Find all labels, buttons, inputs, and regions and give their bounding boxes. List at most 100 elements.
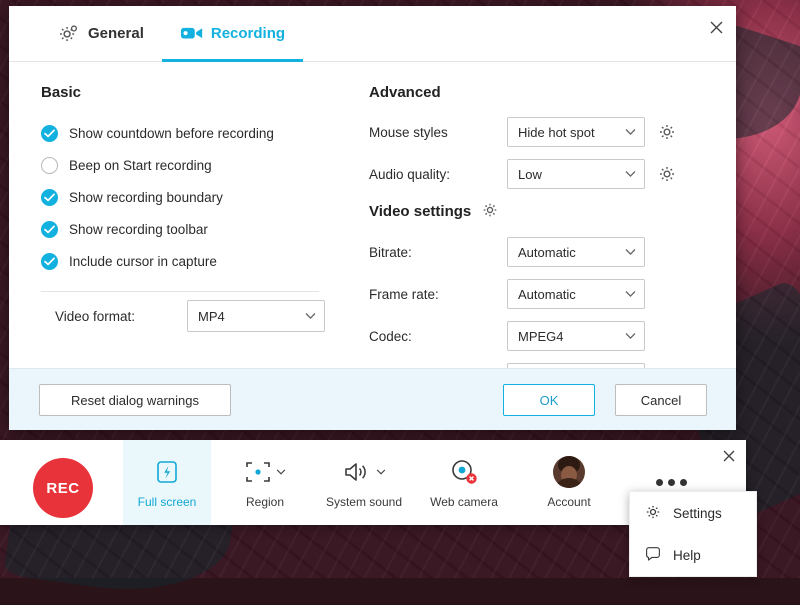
checkbox-checked-icon [41, 253, 58, 270]
frame-rate-label: Frame rate: [369, 287, 507, 302]
gear-icon [57, 23, 79, 45]
bitrate-select[interactable]: Automatic [507, 237, 645, 267]
tab-recording-label: Recording [211, 25, 285, 42]
chevron-down-icon [305, 313, 316, 320]
video-settings-title-row: Video settings [369, 201, 709, 221]
option-label: Include cursor in capture [69, 254, 217, 269]
codec-select[interactable]: MPEG4 [507, 321, 645, 351]
mouse-styles-gear-icon[interactable] [657, 122, 677, 142]
video-format-select[interactable]: MP4 [187, 300, 325, 332]
dot [656, 479, 663, 486]
audio-quality-select[interactable]: Low [507, 159, 645, 189]
toolbar-item-label: Region [246, 495, 284, 509]
toolbar-item-label: Account [547, 495, 590, 509]
checkbox-checked-icon [41, 221, 58, 238]
frame-rate-select[interactable]: Automatic [507, 279, 645, 309]
video-format-value: MP4 [198, 309, 225, 324]
chevron-down-icon [625, 129, 636, 136]
codec-row: Codec: MPEG4 [369, 321, 709, 351]
tab-general-label: General [88, 25, 144, 42]
reset-dialog-warnings-button[interactable]: Reset dialog warnings [39, 384, 231, 416]
settings-dialog: General Recording Basic [9, 6, 736, 430]
region-icon [244, 460, 272, 484]
menu-item-label: Help [673, 548, 701, 563]
menu-item-label: Settings [673, 506, 722, 521]
dialog-tabs: General Recording [9, 6, 736, 62]
mouse-styles-value: Hide hot spot [518, 125, 595, 140]
option-label: Show recording toolbar [69, 222, 208, 237]
option-label: Show countdown before recording [69, 126, 274, 141]
video-settings-gear-icon[interactable] [481, 201, 501, 221]
toolbar-item-account[interactable]: Account [525, 440, 613, 525]
video-format-label: Video format: [55, 309, 187, 324]
toolbar-item-label: Web camera [430, 495, 498, 509]
web-camera-disabled-icon [449, 457, 479, 487]
menu-item-help[interactable]: Help [630, 534, 756, 576]
chevron-down-icon [276, 469, 286, 475]
tab-recording[interactable]: Recording [162, 6, 303, 61]
ok-button[interactable]: OK [503, 384, 595, 416]
rec-button[interactable]: REC [33, 458, 93, 518]
advanced-section: Advanced Mouse styles Hide hot spot [369, 84, 709, 405]
full-screen-icon [154, 457, 180, 487]
checkbox-checked-icon [41, 189, 58, 206]
codec-label: Codec: [369, 329, 507, 344]
mouse-styles-row: Mouse styles Hide hot spot [369, 117, 709, 147]
bitrate-value: Automatic [518, 245, 576, 260]
close-icon[interactable] [717, 445, 741, 467]
speaker-icon-wrap [342, 457, 386, 487]
mouse-styles-select[interactable]: Hide hot spot [507, 117, 645, 147]
video-settings-title: Video settings [369, 203, 471, 220]
checkbox-unchecked-icon [41, 157, 58, 174]
bitrate-label: Bitrate: [369, 245, 507, 260]
toolbar-item-label: Full screen [138, 495, 197, 509]
checkbox-checked-icon [41, 125, 58, 142]
dot [680, 479, 687, 486]
toolbar-item-region[interactable]: Region [221, 440, 309, 525]
toolbar-item-full-screen[interactable]: Full screen [123, 440, 211, 525]
option-show-recording-boundary[interactable]: Show recording boundary [41, 181, 341, 213]
tab-general[interactable]: General [39, 6, 162, 61]
mouse-styles-label: Mouse styles [369, 125, 507, 140]
dialog-body: Basic Show countdown before recording Be… [9, 62, 736, 368]
frame-rate-value: Automatic [518, 287, 576, 302]
codec-value: MPEG4 [518, 329, 564, 344]
help-bubble-icon [644, 545, 662, 566]
audio-quality-value: Low [518, 167, 542, 182]
toolbar-item-system-sound[interactable]: System sound [320, 440, 408, 525]
option-label: Beep on Start recording [69, 158, 212, 173]
more-options-menu: Settings Help [629, 491, 757, 577]
basic-section: Basic Show countdown before recording Be… [41, 84, 341, 292]
audio-quality-gear-icon[interactable] [657, 164, 677, 184]
audio-quality-row: Audio quality: Low [369, 159, 709, 189]
menu-item-settings[interactable]: Settings [630, 492, 756, 534]
toolbar-item-web-camera[interactable]: Web camera [420, 440, 508, 525]
avatar-icon [552, 457, 586, 487]
option-include-cursor[interactable]: Include cursor in capture [41, 245, 341, 277]
video-format-row: Video format: MP4 [55, 300, 325, 332]
frame-rate-row: Frame rate: Automatic [369, 279, 709, 309]
video-camera-icon [180, 23, 202, 45]
dot [668, 479, 675, 486]
speaker-icon [342, 460, 372, 484]
audio-quality-label: Audio quality: [369, 167, 507, 182]
gear-icon [644, 503, 662, 524]
basic-section-title: Basic [41, 84, 341, 101]
chevron-down-icon [625, 249, 636, 256]
chevron-down-icon [625, 291, 636, 298]
region-icon-wrap [244, 457, 286, 487]
option-show-recording-toolbar[interactable]: Show recording toolbar [41, 213, 341, 245]
chevron-down-icon [376, 469, 386, 475]
cancel-button[interactable]: Cancel [615, 384, 707, 416]
section-divider [41, 291, 319, 292]
screen: General Recording Basic [0, 0, 800, 578]
option-label: Show recording boundary [69, 190, 223, 205]
toolbar-item-label: System sound [326, 495, 402, 509]
option-beep-on-start[interactable]: Beep on Start recording [41, 149, 341, 181]
advanced-section-title: Advanced [369, 84, 709, 101]
chevron-down-icon [625, 171, 636, 178]
option-show-countdown[interactable]: Show countdown before recording [41, 117, 341, 149]
bitrate-row: Bitrate: Automatic [369, 237, 709, 267]
dialog-footer: Reset dialog warnings OK Cancel [9, 368, 736, 430]
chevron-down-icon [625, 333, 636, 340]
